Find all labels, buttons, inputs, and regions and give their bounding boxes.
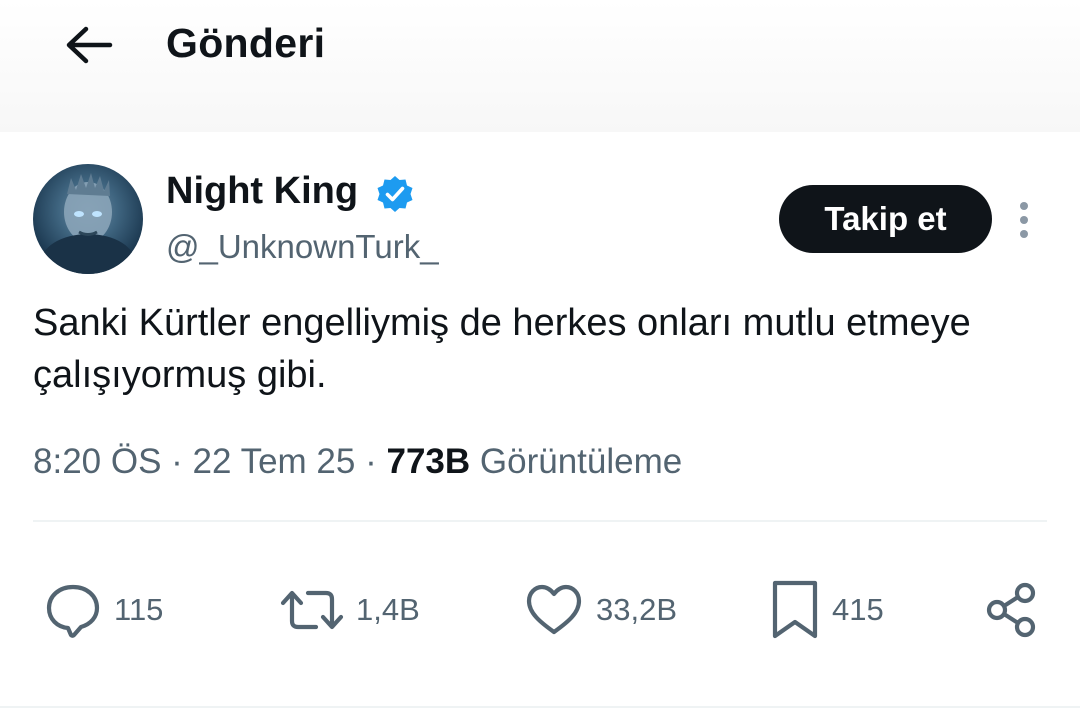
- avatar[interactable]: [33, 164, 143, 274]
- bottom-divider: [0, 706, 1080, 708]
- more-vertical-icon: [1020, 202, 1028, 238]
- meta-separator: ·: [171, 442, 183, 481]
- divider: [33, 520, 1047, 522]
- like-count: 33,2B: [596, 592, 678, 627]
- repost-button[interactable]: 1,4B: [280, 578, 420, 642]
- top-bar: Gönderi: [0, 0, 1080, 132]
- tweet-date[interactable]: 22 Tem 25: [193, 442, 356, 481]
- bookmark-button[interactable]: 415: [770, 578, 884, 642]
- like-button[interactable]: 33,2B: [524, 578, 677, 642]
- follow-button[interactable]: Takip et: [779, 185, 992, 253]
- page-title: Gönderi: [166, 20, 326, 66]
- meta-separator: ·: [365, 442, 377, 481]
- back-button[interactable]: [58, 20, 118, 70]
- bookmark-count: 415: [832, 592, 884, 627]
- author-display-name[interactable]: Night King: [166, 170, 358, 213]
- tweet-time[interactable]: 8:20 ÖS: [33, 442, 161, 481]
- reply-count: 115: [114, 592, 164, 627]
- author-handle[interactable]: @_UnknownTurk_: [166, 228, 439, 266]
- verified-badge-icon: [377, 176, 413, 212]
- reply-icon: [46, 584, 100, 638]
- repost-icon: [280, 590, 344, 630]
- share-icon: [986, 582, 1036, 638]
- share-button[interactable]: [984, 578, 1042, 642]
- views-label: Görüntüleme: [479, 442, 683, 481]
- avatar-image: [40, 173, 136, 274]
- tweet-text: Sanki Kürtler engelliymiş de herkes onla…: [33, 302, 971, 396]
- arrow-left-icon: [66, 26, 113, 64]
- heart-icon: [526, 584, 582, 635]
- more-options-button[interactable]: [1006, 196, 1042, 244]
- bookmark-icon: [772, 580, 818, 639]
- tweet-meta: 8:20 ÖS · 22 Tem 25 · 773B Görüntüleme: [33, 442, 682, 482]
- reply-button[interactable]: 115: [44, 578, 163, 642]
- repost-count: 1,4B: [356, 592, 420, 627]
- views-count[interactable]: 773B: [386, 442, 470, 481]
